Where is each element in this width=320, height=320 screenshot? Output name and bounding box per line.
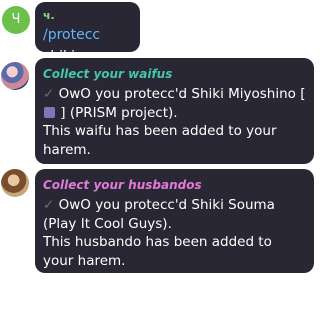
- husbando-line1: OwO you protecc'd Shiki Souma (Play It C…: [43, 197, 275, 232]
- check-icon: ✓: [43, 86, 55, 102]
- bot-avatar-husbando[interactable]: [1, 169, 29, 197]
- user-avatar[interactable]: Ч: [2, 6, 30, 34]
- command-link[interactable]: /protecc: [43, 27, 100, 43]
- waifu-line2: This waifu has been added to your harem.: [43, 123, 277, 158]
- husbando-line2: This husbando has been added to your har…: [43, 234, 272, 269]
- prism-emoji-icon: [44, 106, 55, 118]
- husbando-title: Collect your husbandos: [43, 178, 202, 192]
- waifu-line1-part1: OwO you protecc'd Shiki Miyoshino [: [58, 86, 306, 102]
- waifu-message: ✓ OwO you protecc'd Shiki Miyoshino [ ] …: [43, 85, 306, 159]
- waifu-title: Collect your waifus: [43, 67, 173, 81]
- check-icon: ✓: [43, 197, 55, 213]
- husbando-message: ✓ OwO you protecc'd Shiki Souma (Play It…: [43, 196, 306, 270]
- message-bubble-waifu: Collect your waifus ✓ OwO you protecc'd …: [35, 58, 314, 164]
- message-bubble-husbando: Collect your husbandos ✓ OwO you protecc…: [35, 169, 314, 273]
- sender-name[interactable]: ч.: [43, 9, 132, 23]
- message-bubble-command: ч. /protecc shiki: [35, 2, 140, 65]
- bot-avatar[interactable]: [1, 62, 29, 90]
- waifu-line1-part2: ] (PRISM project).: [60, 104, 178, 121]
